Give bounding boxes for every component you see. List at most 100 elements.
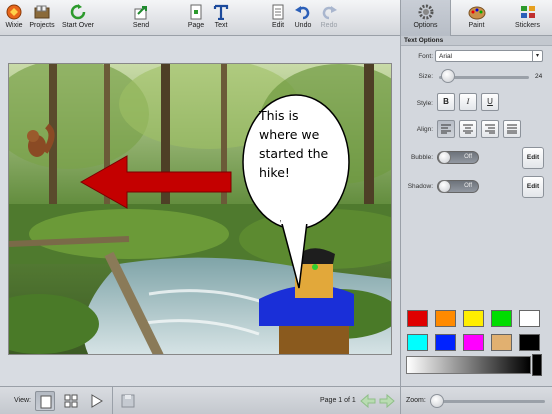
size-label: Size: — [418, 73, 433, 80]
color-swatch[interactable] — [435, 310, 456, 327]
previous-page-button[interactable] — [358, 391, 378, 411]
bottom-bar: View: Page 1 of 1 Zoom: — [0, 386, 552, 414]
color-swatch[interactable] — [519, 310, 540, 327]
color-swatch[interactable] — [463, 334, 484, 351]
color-swatch[interactable] — [463, 310, 484, 327]
send-label: Send — [132, 22, 150, 29]
page-label: Page — [187, 22, 205, 29]
color-swatch[interactable] — [519, 334, 540, 351]
speech-bubble-text[interactable]: This is where we started the hike! — [259, 106, 335, 182]
grid-view-button[interactable] — [61, 391, 81, 411]
page-button[interactable]: Page — [185, 2, 207, 34]
canvas-area: This is where we started the hike! — [0, 36, 400, 386]
panel-heading: Text Options — [401, 36, 552, 46]
align-right-icon — [485, 124, 495, 134]
undo-icon — [295, 6, 310, 20]
edit-icon — [272, 4, 284, 20]
color-swatch[interactable] — [435, 334, 456, 351]
gear-icon — [418, 4, 433, 20]
text-icon — [213, 4, 229, 20]
page-indicator: Page 1 of 1 — [320, 397, 356, 404]
arrow-right-icon — [379, 393, 395, 409]
redo-icon — [322, 6, 337, 20]
zoom-slider[interactable] — [430, 400, 545, 403]
tab-options-label: Options — [413, 22, 438, 29]
color-swatch[interactable] — [407, 334, 428, 351]
start-over-button[interactable]: Start Over — [62, 2, 94, 34]
bubble-label: Bubble: — [410, 154, 433, 161]
panel-tabs: Options Paint Stickers — [400, 0, 552, 36]
projects-button[interactable]: Projects — [28, 2, 56, 34]
font-select[interactable]: Arial ▾ — [435, 50, 543, 62]
undo-label: Undo — [294, 22, 312, 29]
bubble-edit-button[interactable]: Edit — [522, 147, 544, 169]
bold-button[interactable]: B — [437, 93, 455, 111]
color-swatch[interactable] — [491, 334, 512, 351]
arrow-left-icon — [360, 393, 376, 409]
shadow-edit-button[interactable]: Edit — [522, 176, 544, 198]
redo-label: Redo — [320, 22, 338, 29]
shadow-label: Shadow: — [407, 183, 433, 190]
projects-label: Projects — [29, 22, 55, 29]
selected-color-indicator — [532, 354, 542, 376]
bubble-toggle[interactable]: Off — [437, 151, 479, 164]
tab-paint[interactable]: Paint — [451, 0, 502, 36]
align-left-icon — [441, 124, 451, 134]
shadow-toggle[interactable]: Off — [437, 180, 479, 193]
main-toolbar: Wixie Projects Start Over Send Page Text… — [0, 0, 552, 36]
align-right-button[interactable] — [481, 120, 499, 138]
drawing-canvas[interactable]: This is where we started the hike! — [8, 63, 392, 355]
grayscale-slider[interactable] — [406, 356, 531, 374]
send-icon — [134, 6, 147, 20]
save-icon — [121, 394, 135, 408]
align-justify-button[interactable] — [503, 120, 521, 138]
send-button[interactable]: Send — [130, 2, 152, 34]
save-button[interactable] — [118, 391, 138, 411]
wixie-logo-icon — [6, 4, 22, 20]
color-swatch[interactable] — [407, 310, 428, 327]
bubble-toggle-state: Off — [464, 154, 472, 160]
align-center-icon — [463, 124, 473, 134]
edit-label: Edit — [271, 22, 285, 29]
size-slider-handle[interactable] — [441, 69, 455, 83]
shadow-toggle-knob — [438, 180, 451, 193]
font-select-value: Arial — [439, 53, 453, 60]
chevron-down-icon: ▾ — [532, 51, 542, 61]
color-swatch[interactable] — [491, 310, 512, 327]
edit-button[interactable]: Edit — [268, 2, 288, 34]
align-left-button[interactable] — [437, 120, 455, 138]
wixie-label: Wixie — [5, 22, 23, 29]
next-page-button[interactable] — [377, 391, 397, 411]
tab-options[interactable]: Options — [400, 0, 451, 36]
text-button[interactable]: Text — [210, 2, 232, 34]
projects-icon — [34, 5, 50, 19]
text-options-panel: Text Options Font: Arial ▾ Size: 24 Styl… — [400, 36, 552, 386]
redo-button[interactable]: Redo — [318, 2, 340, 34]
underline-button[interactable]: U — [481, 93, 499, 111]
start-over-label: Start Over — [62, 22, 94, 29]
wixie-button[interactable]: Wixie — [2, 2, 26, 34]
font-label: Font: — [418, 53, 433, 60]
play-button[interactable] — [86, 391, 106, 411]
style-label: Style: — [416, 100, 433, 107]
tab-stickers-label: Stickers — [515, 22, 540, 29]
italic-button[interactable]: I — [459, 93, 477, 111]
align-center-button[interactable] — [459, 120, 477, 138]
align-justify-icon — [507, 124, 517, 134]
tab-stickers[interactable]: Stickers — [502, 0, 552, 36]
view-label: View: — [14, 397, 31, 404]
refresh-icon — [70, 4, 86, 20]
paint-palette-icon — [468, 6, 485, 20]
align-label: Align: — [416, 126, 433, 133]
bottom-divider — [112, 387, 113, 414]
text-label: Text — [214, 22, 228, 29]
single-page-view-button[interactable] — [35, 391, 55, 411]
zoom-slider-handle[interactable] — [430, 394, 444, 408]
tab-paint-label: Paint — [468, 22, 485, 29]
page-icon — [190, 4, 202, 20]
play-icon — [91, 394, 103, 408]
size-value: 24 — [535, 73, 543, 80]
zoom-label: Zoom: — [406, 397, 426, 404]
undo-button[interactable]: Undo — [292, 2, 314, 34]
single-page-icon — [40, 395, 52, 409]
